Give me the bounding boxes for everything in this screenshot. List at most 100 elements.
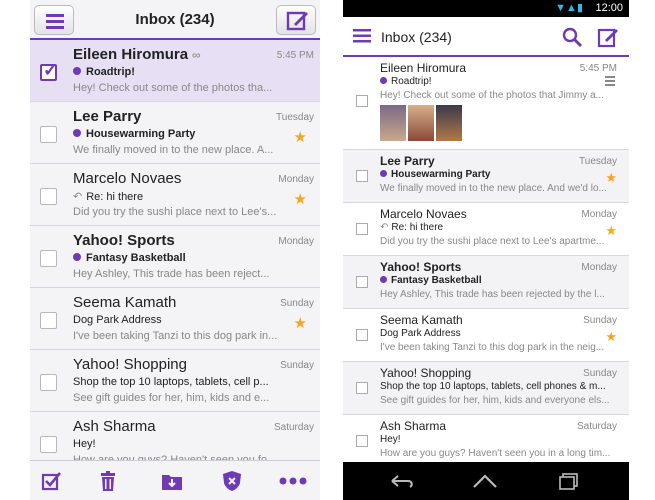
email-row[interactable]: ✓ Eileen Hiromura ∞ 5:45 PM Roadtrip! Hey! Ch…	[30, 40, 320, 102]
recent-apps-icon[interactable]	[555, 472, 583, 490]
email-row[interactable]: Yahoo! Sports Monday Fantasy Basketball Hey…	[30, 226, 320, 288]
email-date: Tuesday	[276, 112, 314, 123]
overflow-menu-icon[interactable]	[605, 73, 615, 86]
star-icon[interactable]: ★	[294, 314, 307, 332]
star-icon[interactable]: ★	[294, 128, 307, 146]
email-sender-name: Eileen Hiromura	[73, 46, 189, 63]
back-icon[interactable]	[388, 472, 416, 490]
trash-icon[interactable]	[96, 469, 120, 493]
email-row[interactable]: Marcelo Novaes Monday ↶ Re: hi there Did you…	[30, 164, 320, 226]
compose-icon[interactable]	[597, 26, 619, 48]
ios-mail-app: Inbox (234) ✓ Eileen Hiromura ∞ 5:45 PM Road…	[30, 0, 320, 500]
email-sender: Eileen Hiromura	[380, 61, 467, 75]
email-row[interactable]: Lee Parry Tuesday Housewarming Party We fin…	[30, 102, 320, 164]
email-row[interactable]: Yahoo! Shopping Sunday Shop the top 10 lap…	[30, 350, 320, 412]
email-sender: Seema Kamath	[73, 294, 176, 311]
inbox-title: Inbox (234)	[381, 29, 452, 45]
email-subject: Dog Park Address	[380, 328, 461, 339]
email-sender: Marcelo Novaes	[380, 207, 467, 221]
email-row[interactable]: Eileen Hiromura 5:45 PM Roadtrip! Hey! Chec…	[343, 57, 629, 150]
email-checkbox[interactable]	[356, 382, 368, 394]
unread-dot	[380, 76, 387, 84]
more-icon[interactable]	[278, 469, 308, 493]
email-checkbox[interactable]	[40, 312, 57, 329]
email-row[interactable]: Marcelo Novaes Monday ↶ Re: hi there Did you…	[343, 203, 629, 256]
email-date: 5:45 PM	[276, 50, 314, 61]
email-row[interactable]: Seema Kamath Sunday Dog Park Address I've b…	[343, 309, 629, 362]
email-sender-name: Ash Sharma	[73, 418, 156, 435]
hamburger-icon[interactable]	[353, 29, 371, 43]
email-row[interactable]: Lee Parry Tuesday Housewarming Party We fin…	[343, 150, 629, 203]
email-date: Monday	[581, 209, 617, 220]
email-date: Sunday	[583, 368, 617, 379]
spam-shield-icon[interactable]	[220, 469, 244, 493]
email-checkbox[interactable]	[40, 188, 57, 205]
star-icon[interactable]: ★	[605, 170, 617, 186]
move-folder-icon[interactable]	[160, 469, 184, 493]
email-checkbox[interactable]	[40, 250, 57, 267]
email-list: Eileen Hiromura 5:45 PM Roadtrip! Hey! Chec…	[343, 57, 629, 468]
email-preview: I've been taking Tanzi to this dog park …	[380, 342, 605, 353]
unread-dot	[73, 253, 81, 262]
status-bar: ▼▲▮ 12:00	[343, 0, 629, 17]
home-icon[interactable]	[471, 472, 499, 490]
email-date: Saturday	[273, 422, 314, 433]
email-preview: I've been taking Tanzi to this dog park …	[73, 330, 278, 342]
email-sender: Marcelo Novaes	[73, 170, 181, 187]
email-date: Monday	[278, 236, 314, 247]
email-subject-text: Fantasy Basketball	[86, 252, 186, 264]
action-bar: Inbox (234)	[343, 17, 629, 57]
checkbox-icon[interactable]	[40, 469, 64, 493]
email-date: Sunday	[280, 360, 314, 371]
email-list: ✓ Eileen Hiromura ∞ 5:45 PM Roadtrip! Hey! Ch…	[30, 40, 320, 474]
email-sender: Yahoo! Shopping	[380, 366, 472, 380]
email-checkbox[interactable]	[356, 435, 368, 447]
email-checkbox[interactable]	[40, 126, 57, 143]
email-row[interactable]: Yahoo! Shopping Sunday Shop the top 10 lap…	[343, 362, 629, 415]
unread-dot	[380, 169, 387, 177]
star-icon[interactable]: ★	[605, 223, 617, 239]
email-checkbox[interactable]	[356, 276, 368, 288]
email-subject-text: Shop the top 10 laptops, tablets, cell p…	[380, 381, 606, 392]
email-row[interactable]: Yahoo! Sports Monday Fantasy Basketball Hey…	[343, 256, 629, 309]
reply-icon: ↶	[380, 222, 389, 233]
email-subject: Roadtrip!	[73, 66, 135, 78]
search-icon[interactable]	[561, 26, 583, 48]
email-subject: Shop the top 10 laptops, tablets, cell p…	[380, 381, 606, 392]
email-checkbox[interactable]	[356, 329, 368, 341]
email-date: Sunday	[583, 315, 617, 326]
star-icon[interactable]: ★	[605, 329, 617, 345]
email-sender-name: Lee Parry	[73, 108, 142, 125]
email-subject: ↶ Re: hi there	[73, 190, 143, 203]
email-checkbox[interactable]	[40, 374, 57, 391]
email-row[interactable]: Ash Sharma Saturday Hey! How are you guys? …	[343, 415, 629, 468]
email-subject-text: Shop the top 10 laptops, tablets, cell p…	[73, 376, 269, 388]
star-icon[interactable]: ★	[294, 190, 307, 208]
email-subject: Fantasy Basketball	[73, 252, 186, 264]
email-row[interactable]: Seema Kamath Sunday Dog Park Address I've b…	[30, 288, 320, 350]
email-date: Tuesday	[579, 156, 617, 167]
photo-thumbnail[interactable]	[408, 105, 434, 141]
email-subject-text: Roadtrip!	[86, 66, 135, 78]
email-checkbox[interactable]: ✓	[40, 60, 58, 81]
email-subject-text: Housewarming Party	[391, 169, 491, 180]
photo-thumbnail[interactable]	[380, 105, 406, 141]
email-checkbox[interactable]	[356, 170, 368, 182]
email-checkbox[interactable]	[356, 95, 368, 107]
email-sender: Lee Parry	[380, 154, 435, 168]
email-checkbox[interactable]	[356, 223, 368, 235]
reply-icon: ↶	[73, 191, 83, 203]
compose-button[interactable]	[276, 5, 316, 35]
email-sender: Lee Parry	[73, 108, 141, 125]
android-mail-app: ▼▲▮ 12:00 Inbox (234) Eileen Hiromura 5:4…	[343, 0, 629, 500]
photo-thumbnail[interactable]	[436, 105, 462, 141]
status-time: 12:00	[595, 2, 623, 14]
email-subject-text: Hey!	[73, 438, 96, 450]
email-sender-name: Yahoo! Shopping	[73, 356, 187, 373]
email-sender-name: Yahoo! Sports	[73, 232, 175, 249]
email-checkbox[interactable]	[40, 436, 57, 453]
email-subject-text: Fantasy Basketball	[391, 275, 482, 286]
email-preview: Hey! Check out some of the photos that J…	[380, 90, 604, 101]
email-sender: Ash Sharma	[73, 418, 156, 435]
email-sender: Seema Kamath	[380, 313, 463, 327]
